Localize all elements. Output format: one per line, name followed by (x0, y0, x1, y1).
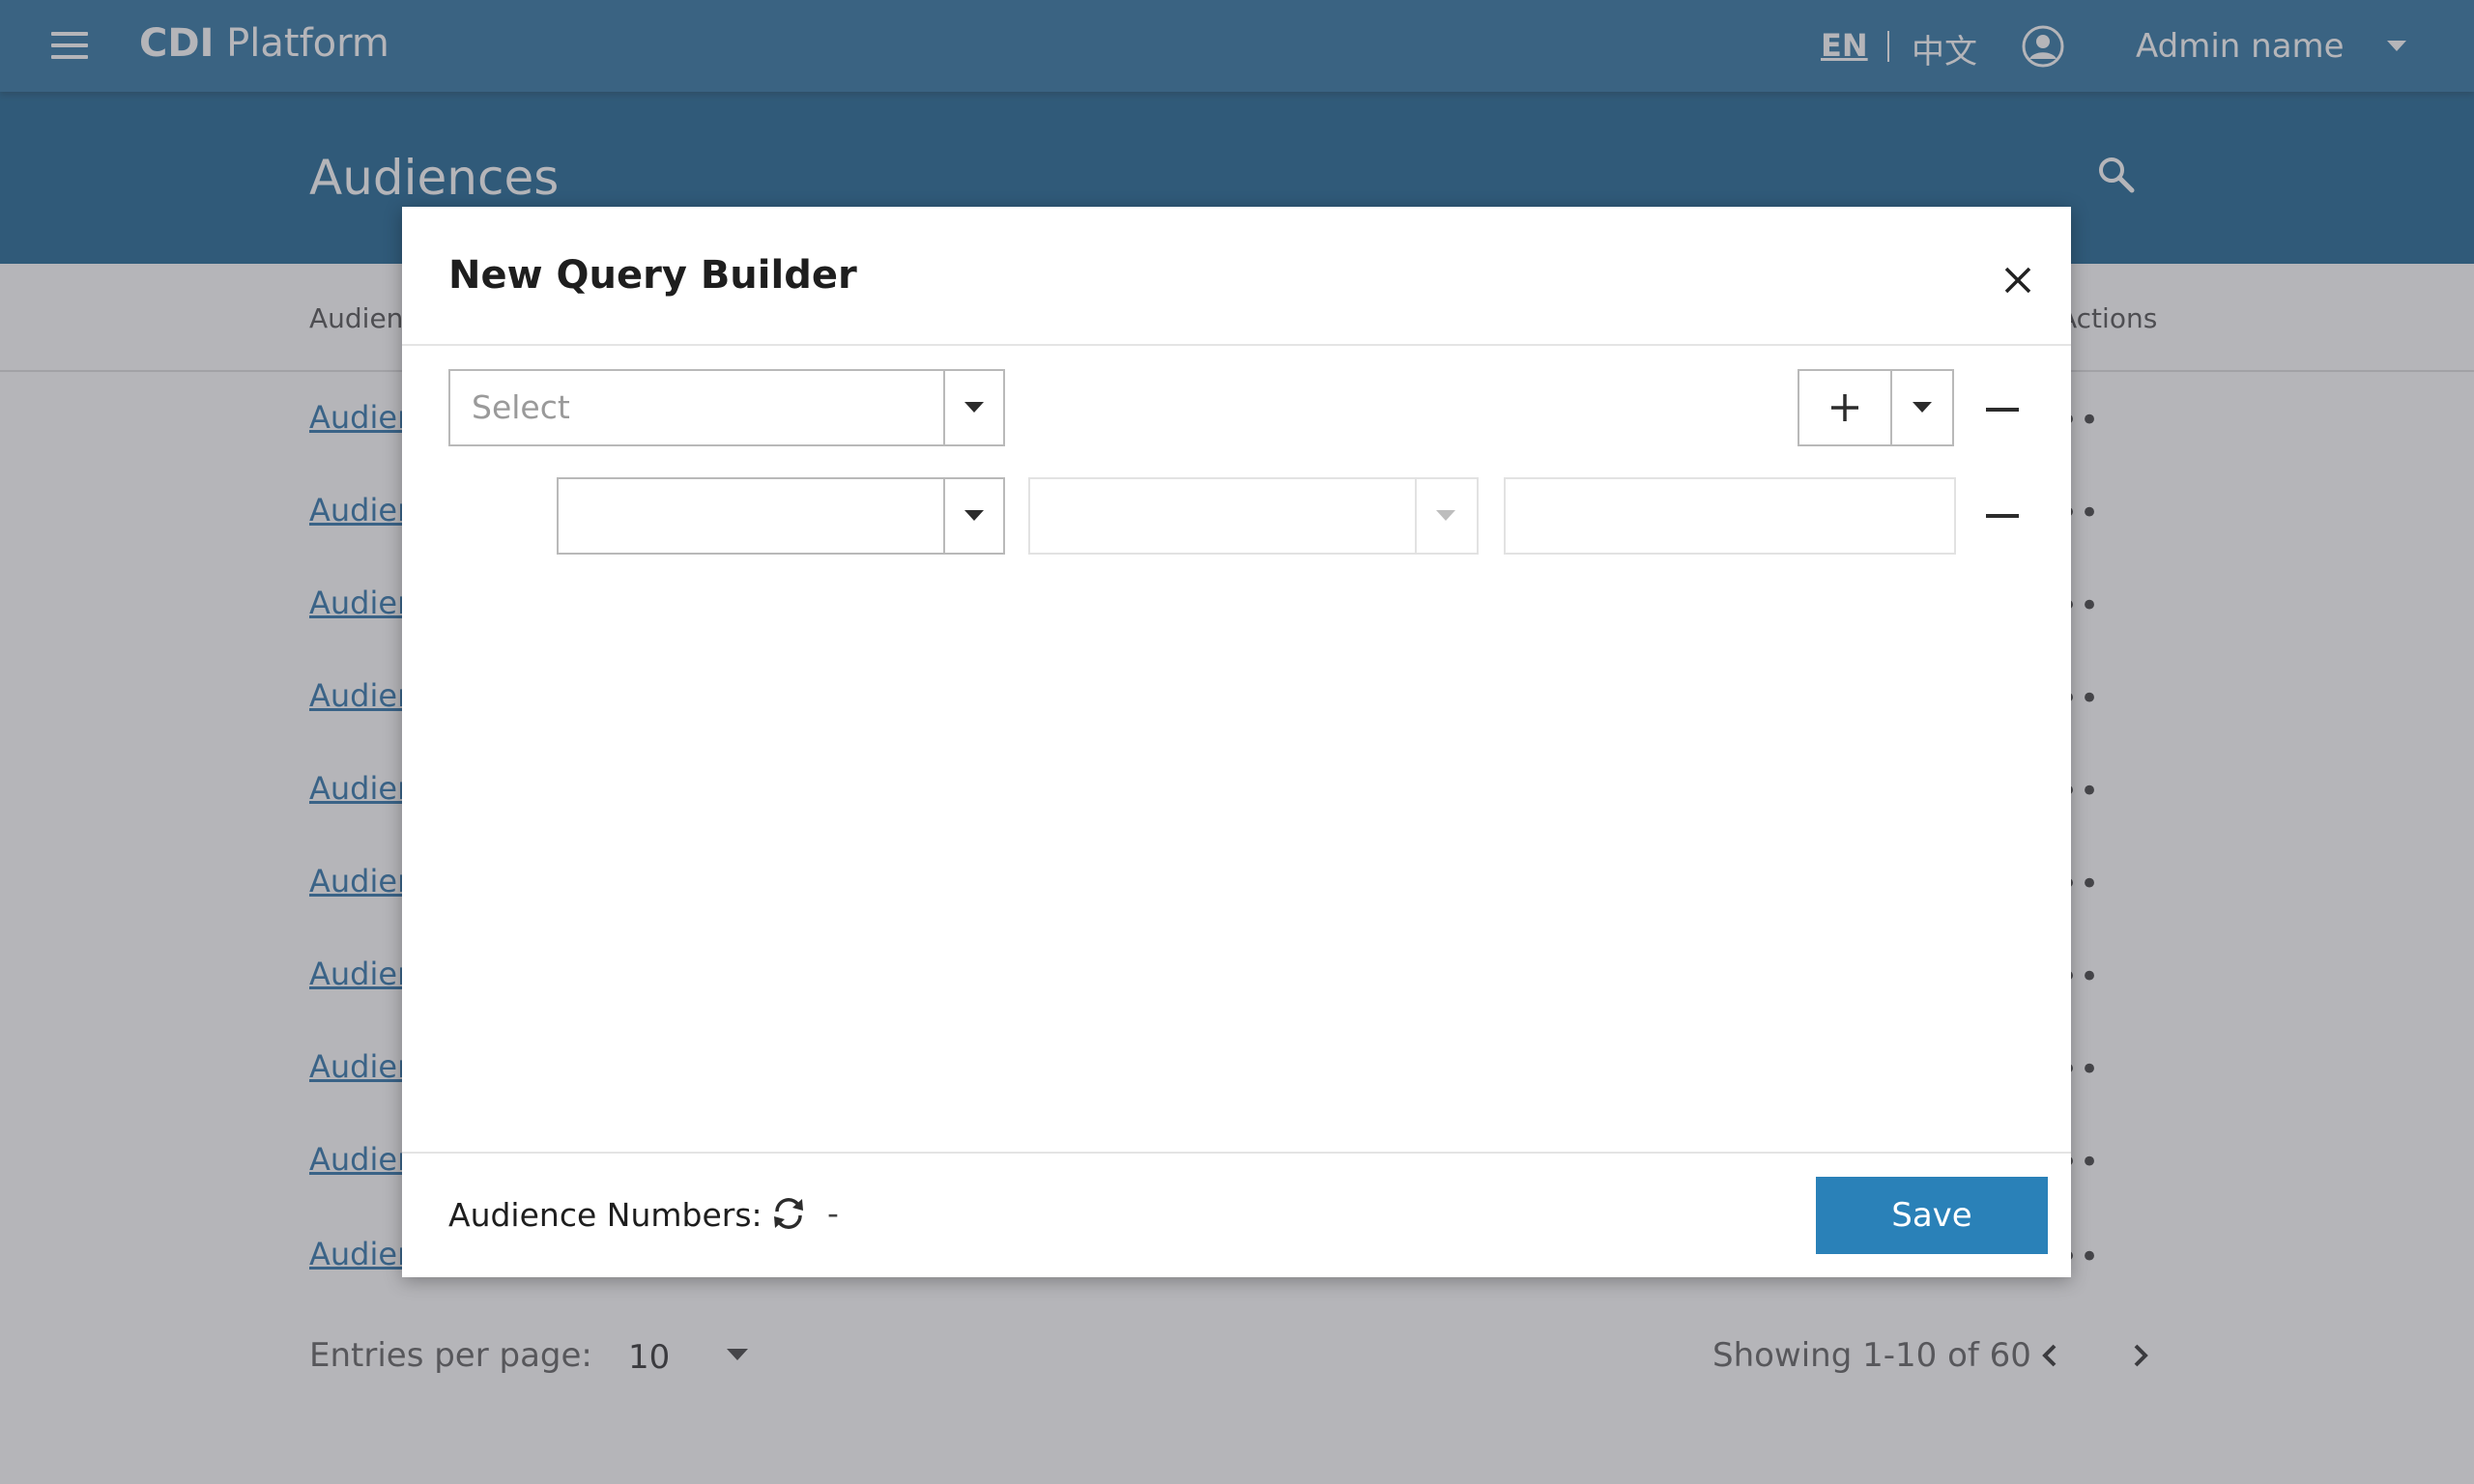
chevron-down-icon[interactable] (1436, 510, 1455, 521)
remove-rule-button[interactable] (1973, 487, 2031, 545)
plus-icon[interactable] (1799, 371, 1890, 444)
chevron-down-icon[interactable] (964, 402, 984, 413)
select-divider (1415, 479, 1417, 553)
add-rule-button-group (1798, 369, 1954, 446)
select-divider (943, 371, 945, 444)
modal-title: New Query Builder (448, 253, 857, 298)
chevron-down-icon[interactable] (964, 510, 984, 521)
field-select[interactable] (557, 477, 1005, 555)
modal-header-divider (402, 344, 2071, 346)
group-select[interactable]: Select (448, 369, 1005, 446)
add-options-dropdown[interactable] (1892, 371, 1952, 444)
group-select-placeholder: Select (472, 388, 570, 426)
minus-icon[interactable] (1986, 514, 2019, 518)
remove-group-button[interactable] (1973, 381, 2031, 439)
select-divider (943, 479, 945, 553)
close-icon[interactable] (2000, 263, 2035, 298)
refresh-icon[interactable] (769, 1194, 808, 1233)
value-input[interactable] (1504, 477, 1956, 555)
audience-numbers-label: Audience Numbers: (448, 1196, 762, 1234)
operator-select[interactable] (1028, 477, 1479, 555)
chevron-down-icon[interactable] (1913, 402, 1932, 413)
audience-numbers-value: - (827, 1194, 839, 1232)
modal-footer-divider (402, 1152, 2071, 1154)
save-button[interactable]: Save (1816, 1177, 2048, 1254)
query-builder-dialog: New Query Builder Select Audience Number… (402, 207, 2071, 1277)
minus-icon[interactable] (1986, 408, 2019, 412)
